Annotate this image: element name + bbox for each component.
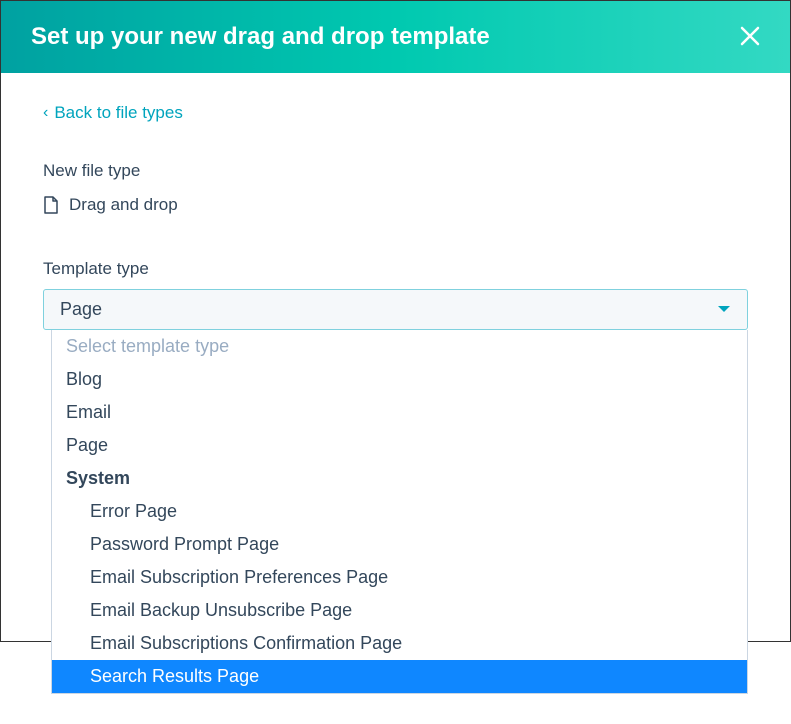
dropdown-option[interactable]: Email (52, 396, 747, 429)
dropdown-option[interactable]: Error Page (52, 495, 747, 528)
template-type-select[interactable]: Page (43, 289, 748, 330)
dropdown-option[interactable]: Select template type (52, 330, 747, 363)
file-icon (43, 196, 59, 214)
dropdown-option[interactable]: Page (52, 429, 747, 462)
select-value: Page (60, 299, 102, 320)
chevron-down-icon (717, 303, 731, 317)
template-type-dropdown: Select template typeBlogEmailPageSystemE… (51, 330, 748, 694)
dropdown-option[interactable]: Password Prompt Page (52, 528, 747, 561)
back-link-label: Back to file types (54, 103, 183, 123)
dropdown-option[interactable]: Email Subscription Preferences Page (52, 561, 747, 594)
file-type-value: Drag and drop (69, 195, 178, 215)
modal-body: ‹ Back to file types New file type Drag … (1, 73, 790, 724)
modal-title: Set up your new drag and drop template (31, 23, 490, 51)
file-type-label: New file type (43, 161, 748, 181)
chevron-left-icon: ‹ (43, 104, 48, 122)
dropdown-option[interactable]: Blog (52, 363, 747, 396)
dropdown-option[interactable]: Search Results Page (52, 660, 747, 693)
modal-header: Set up your new drag and drop template (1, 1, 790, 73)
back-link[interactable]: ‹ Back to file types (43, 103, 183, 123)
dropdown-option[interactable]: Email Backup Unsubscribe Page (52, 594, 747, 627)
file-type-row: Drag and drop (43, 195, 748, 215)
dropdown-option[interactable]: Email Subscriptions Confirmation Page (52, 627, 747, 660)
close-icon[interactable] (740, 23, 760, 51)
template-type-label: Template type (43, 259, 748, 279)
dropdown-option[interactable]: System (52, 462, 747, 495)
